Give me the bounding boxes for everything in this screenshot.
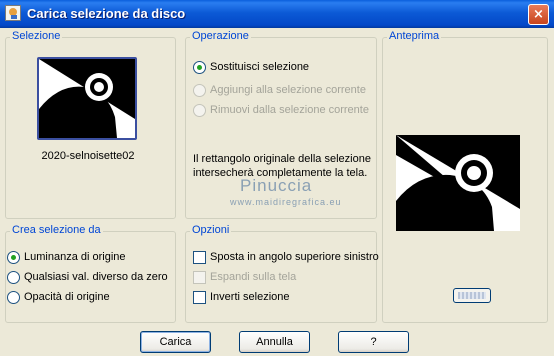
options-group-label: Opzioni	[190, 224, 232, 236]
radio-replace-selection-label[interactable]: Sostituisci selezione	[210, 61, 309, 73]
create-from-group-label: Crea selezione da	[10, 224, 103, 236]
window-title: Carica selezione da disco	[27, 6, 186, 21]
checkbox-invert-selection-label[interactable]: Inverti selezione	[210, 291, 290, 303]
preview-graphic	[396, 135, 520, 231]
radio-remove-from-selection[interactable]	[193, 104, 206, 117]
load-selection-dialog: Carica selezione da disco × Selezione ▼ …	[0, 0, 554, 356]
selection-preview-image	[396, 135, 520, 231]
checkbox-move-top-left-label[interactable]: Sposta in angolo superiore sinistro	[210, 251, 379, 263]
info-line-1: Il rettangolo originale della selezione	[193, 153, 371, 165]
close-icon: ×	[533, 7, 544, 22]
radio-source-luminance[interactable]	[7, 251, 20, 264]
selection-thumbnail-picker[interactable]	[37, 57, 137, 140]
preview-group-label: Anteprima	[387, 30, 442, 42]
dropdown-arrow-icon[interactable]: ▼	[126, 91, 133, 98]
selection-group-label: Selezione	[10, 30, 63, 42]
watermark-url: www.maidiregrafica.eu	[230, 197, 342, 207]
load-button[interactable]: Carica	[140, 331, 211, 353]
radio-source-opacity[interactable]	[7, 291, 20, 304]
close-button[interactable]: ×	[528, 4, 549, 25]
radio-any-nonzero-label[interactable]: Qualsiasi val. diverso da zero	[24, 271, 168, 283]
radio-any-nonzero[interactable]	[7, 271, 20, 284]
cancel-button[interactable]: Annulla	[239, 331, 310, 353]
checkbox-move-top-left[interactable]	[193, 251, 206, 264]
radio-remove-from-selection-label[interactable]: Rimuovi dalla selezione corrente	[210, 104, 369, 116]
selection-thumbnail-image	[39, 59, 135, 138]
watermark-name: Pinuccia	[240, 176, 313, 195]
radio-replace-selection[interactable]	[193, 61, 206, 74]
radio-add-to-selection-label[interactable]: Aggiungi alla selezione corrente	[210, 84, 366, 96]
operation-group-label: Operazione	[190, 30, 251, 42]
radio-source-opacity-label[interactable]: Opacità di origine	[24, 291, 110, 303]
checkbox-invert-selection[interactable]	[193, 291, 206, 304]
selection-file-name: 2020-selnoisette02	[41, 150, 135, 162]
app-icon	[5, 5, 21, 21]
help-button[interactable]: ?	[338, 331, 409, 353]
checkbox-expand-canvas-label[interactable]: Espandi sulla tela	[210, 271, 296, 283]
radio-source-luminance-label[interactable]: Luminanza di origine	[24, 251, 126, 263]
radio-add-to-selection[interactable]	[193, 84, 206, 97]
preview-zoom-button[interactable]	[453, 288, 491, 303]
checkbox-expand-canvas[interactable]	[193, 271, 206, 284]
title-bar[interactable]: Carica selezione da disco ×	[0, 0, 554, 28]
